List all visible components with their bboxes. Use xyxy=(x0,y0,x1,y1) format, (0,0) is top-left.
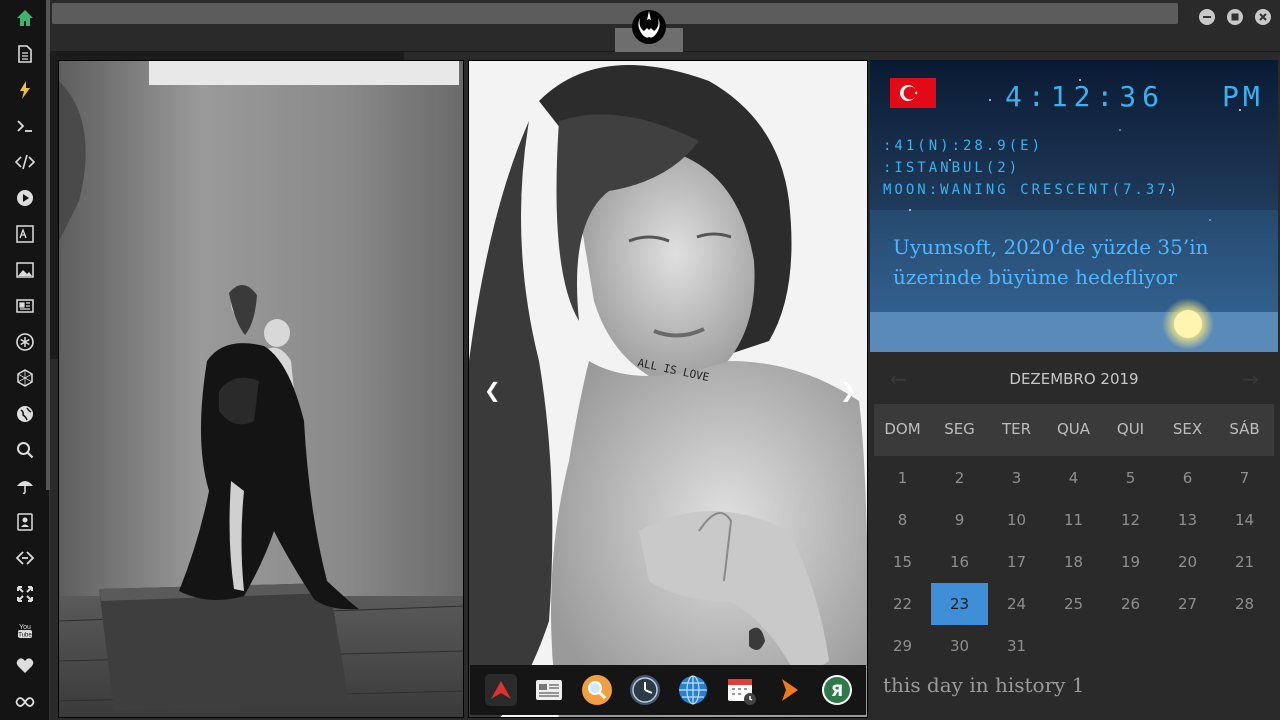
calendar-day[interactable]: 6 xyxy=(1159,457,1216,499)
calendar-day[interactable]: 12 xyxy=(1102,499,1159,541)
calendar-day[interactable]: 27 xyxy=(1159,583,1216,625)
lightning-icon[interactable] xyxy=(13,78,37,102)
svg-text:You: You xyxy=(19,624,31,631)
calendar-day[interactable]: 3 xyxy=(988,457,1045,499)
yandex-letter: Я xyxy=(831,681,843,700)
calendar-day[interactable]: 31 xyxy=(988,625,1045,667)
calendar-day[interactable]: 22 xyxy=(874,583,931,625)
calendar-day[interactable]: 14 xyxy=(1216,499,1273,541)
globe-icon[interactable] xyxy=(13,402,37,426)
calendar-day[interactable]: 10 xyxy=(988,499,1045,541)
calendar-day[interactable]: 25 xyxy=(1045,583,1102,625)
document-icon[interactable] xyxy=(13,42,37,66)
photo-panel-left xyxy=(58,60,464,718)
news-headline[interactable]: Uyumsoft, 2020’de yüzde 35’in üzerinde b… xyxy=(893,232,1253,292)
close-button[interactable] xyxy=(1255,9,1271,25)
calendar-day-selected[interactable]: 23 xyxy=(931,583,988,625)
asterisk-icon[interactable] xyxy=(13,330,37,354)
youtube-icon[interactable]: You Tube xyxy=(13,618,37,642)
clock-app-icon[interactable] xyxy=(629,674,661,706)
maximize-button[interactable] xyxy=(1227,9,1243,25)
calendar-day[interactable]: 28 xyxy=(1216,583,1273,625)
arrow-app-icon[interactable] xyxy=(485,674,517,706)
svg-text:Tube: Tube xyxy=(18,633,32,639)
calendar-app-icon[interactable] xyxy=(725,674,757,706)
calendar-day[interactable]: 11 xyxy=(1045,499,1102,541)
image-icon[interactable] xyxy=(13,258,37,282)
weekday-label: SÁB xyxy=(1229,420,1260,438)
search-icon[interactable] xyxy=(13,438,37,462)
clock-ampm: PM xyxy=(1222,80,1264,113)
heart-icon[interactable] xyxy=(13,654,37,678)
expand-icon[interactable] xyxy=(13,582,37,606)
play-app-icon[interactable] xyxy=(773,674,805,706)
globe-app-icon[interactable] xyxy=(677,674,709,706)
infinity-icon[interactable] xyxy=(13,690,37,714)
search-app-icon[interactable] xyxy=(581,674,613,706)
calendar-day[interactable]: 24 xyxy=(988,583,1045,625)
calendar-day[interactable]: 5 xyxy=(1102,457,1159,499)
calendar-day[interactable]: 17 xyxy=(988,541,1045,583)
moon-phase-text: MOON:WANING CRESCENT(7.37) xyxy=(883,182,1181,198)
mother-child-photo xyxy=(59,61,463,717)
calendar-day[interactable]: 16 xyxy=(931,541,988,583)
calendar-day[interactable]: 4 xyxy=(1045,457,1102,499)
code-icon[interactable] xyxy=(13,150,37,174)
coordinates-text: :41(N):28.9(E) xyxy=(883,138,1044,154)
minimize-button[interactable] xyxy=(1199,9,1215,25)
address-bar[interactable] xyxy=(52,3,1178,24)
calendar-day[interactable]: 9 xyxy=(931,499,988,541)
photo-slider-panel: ALL IS LOVE xyxy=(468,60,868,718)
translate-icon[interactable] xyxy=(13,222,37,246)
calendar-day[interactable]: 1 xyxy=(874,457,931,499)
sidebar: You Tube xyxy=(0,0,50,720)
hexagon-icon[interactable] xyxy=(13,366,37,390)
terminal-icon[interactable] xyxy=(13,114,37,138)
yandex-app-icon[interactable]: Я xyxy=(821,674,853,706)
app-dock: Я xyxy=(470,665,866,715)
calendar-day[interactable]: 13 xyxy=(1159,499,1216,541)
sidebar-scrollbar[interactable] xyxy=(46,0,50,490)
city-text: :ISTANBUL(2) xyxy=(883,160,1021,176)
news-app-icon[interactable] xyxy=(533,674,565,706)
history-text[interactable]: this day in history 1 xyxy=(883,673,1085,697)
calendar-day[interactable]: 7 xyxy=(1216,457,1273,499)
contact-icon[interactable] xyxy=(13,510,37,534)
home-icon[interactable] xyxy=(13,6,37,30)
calendar-day[interactable]: 30 xyxy=(931,625,988,667)
calendar-day[interactable]: 15 xyxy=(874,541,931,583)
turkey-flag-icon xyxy=(890,78,936,108)
slider-prev-arrow[interactable]: ❮ xyxy=(484,378,501,402)
weekday-label: QUI xyxy=(1116,420,1145,438)
portrait-photo: ALL IS LOVE xyxy=(469,61,867,717)
link-icon[interactable] xyxy=(13,546,37,570)
calendar-day[interactable]: 29 xyxy=(874,625,931,667)
weekday-label: DOM xyxy=(884,420,921,438)
calendar-day[interactable]: 8 xyxy=(874,499,931,541)
calendar-day[interactable]: 21 xyxy=(1216,541,1273,583)
weekday-label: SEG xyxy=(944,420,975,438)
newspaper-icon[interactable] xyxy=(13,294,37,318)
umbrella-icon[interactable] xyxy=(13,474,37,498)
slider-next-arrow[interactable]: ❯ xyxy=(840,378,857,402)
weekday-label: TER xyxy=(1001,420,1032,438)
calendar-day[interactable]: 20 xyxy=(1159,541,1216,583)
weekday-label: SEX xyxy=(1172,420,1203,438)
calendar-title: DEZEMBRO 2019 xyxy=(1009,370,1139,388)
calendar-day[interactable]: 2 xyxy=(931,457,988,499)
calendar-next-button[interactable]: → xyxy=(1242,367,1259,391)
play-icon[interactable] xyxy=(13,186,37,210)
rebel-alliance-logo-icon xyxy=(632,10,666,44)
weekday-label: QUA xyxy=(1056,420,1091,438)
calendar-day[interactable]: 19 xyxy=(1102,541,1159,583)
calendar-day[interactable]: 26 xyxy=(1102,583,1159,625)
calendar-day[interactable]: 18 xyxy=(1045,541,1102,583)
clock-time: 4:12:36 xyxy=(1005,80,1166,113)
